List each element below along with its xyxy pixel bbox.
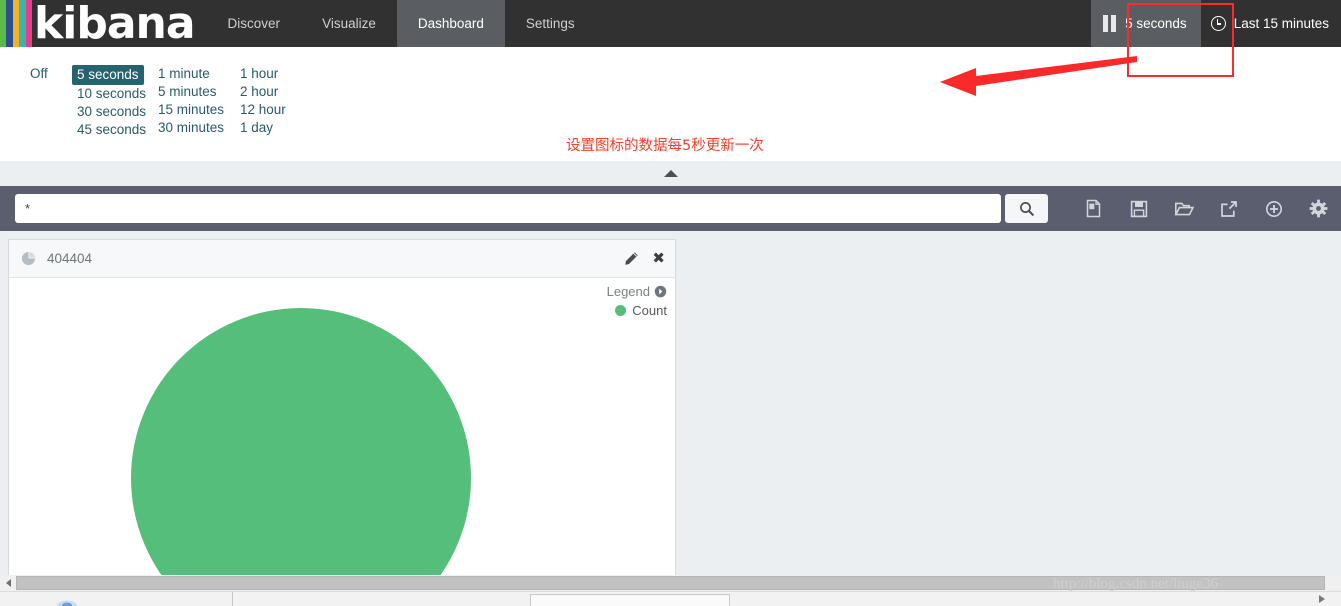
plus-circle-icon	[1265, 200, 1282, 217]
share-external-icon	[1220, 200, 1237, 217]
time-picker-collapse-button[interactable]	[0, 161, 1341, 186]
tab-settings[interactable]: Settings	[505, 0, 596, 47]
load-dashboard-button[interactable]	[1161, 192, 1206, 226]
new-document-icon	[1086, 199, 1101, 218]
time-range-label: Last 15 minutes	[1233, 16, 1329, 31]
time-picker-button[interactable]: Last 15 minutes	[1201, 0, 1341, 47]
pause-icon	[1103, 15, 1117, 32]
close-icon: ✖	[652, 249, 665, 267]
interval-option-30-minutes[interactable]: 30 minutes	[156, 119, 226, 137]
dashboard-panel: 404404 ✖ Legend Count	[8, 239, 676, 590]
horizontal-scrollbar[interactable]	[0, 575, 1341, 591]
save-dashboard-button[interactable]	[1116, 192, 1161, 226]
taskbar-input-box[interactable]	[530, 594, 730, 606]
interval-option-off[interactable]: Off	[28, 65, 50, 83]
triangle-left-icon	[5, 579, 11, 587]
interval-option-12-hour[interactable]: 12 hour	[238, 101, 288, 119]
refresh-interval-grid: Off 5 seconds 10 seconds 30 seconds 45 s…	[28, 65, 318, 139]
query-bar	[0, 186, 1341, 231]
pie-chart-icon	[21, 251, 36, 266]
search-input[interactable]	[15, 194, 1002, 223]
clock-icon	[1210, 16, 1226, 31]
interval-column-0: Off	[28, 65, 75, 139]
annotation-text: 设置图标的数据每5秒更新一次	[566, 138, 764, 154]
kibana-brand: kibana	[0, 0, 196, 49]
refresh-interval-label: 5 seconds	[1125, 16, 1187, 31]
interval-option-30-seconds[interactable]: 30 seconds	[75, 103, 148, 121]
interval-option-5-minutes[interactable]: 5 minutes	[156, 83, 219, 101]
gear-icon	[1309, 199, 1328, 218]
scroll-left-button[interactable]	[0, 575, 16, 591]
share-dashboard-button[interactable]	[1206, 192, 1251, 226]
panel-header: 404404 ✖	[9, 240, 675, 278]
pie-chart[interactable]	[9, 278, 675, 590]
scrollbar-thumb[interactable]	[16, 576, 1325, 590]
dashboard-grid: 404404 ✖ Legend Count	[0, 231, 1341, 590]
scrollbar-track[interactable]	[1325, 575, 1341, 591]
kibana-logo-icon	[0, 0, 32, 47]
top-navbar: kibana Discover Visualize Dashboard Sett…	[0, 0, 1341, 56]
search-button[interactable]	[1005, 194, 1048, 223]
dashboard-options-button[interactable]	[1296, 192, 1341, 226]
interval-column-3: 1 hour 2 hour 12 hour 1 day	[238, 65, 318, 139]
interval-option-1-minute[interactable]: 1 minute	[156, 65, 212, 83]
add-visualization-button[interactable]	[1251, 192, 1296, 226]
interval-column-1: 5 seconds 10 seconds 30 seconds 45 secon…	[72, 65, 156, 139]
open-folder-icon	[1173, 202, 1194, 215]
tab-discover[interactable]: Discover	[207, 0, 302, 47]
chevron-up-icon	[663, 170, 678, 177]
navbar-right: 5 seconds Last 15 minutes	[1091, 0, 1341, 56]
panel-actions: ✖	[624, 251, 665, 266]
panel-edit-button[interactable]	[624, 251, 639, 266]
taskbar-expand-icon[interactable]	[1317, 593, 1327, 605]
taskbar-separator	[232, 592, 233, 606]
panel-close-button[interactable]: ✖	[652, 251, 665, 266]
interval-option-10-seconds[interactable]: 10 seconds	[75, 85, 148, 103]
panel-title: 404404	[47, 251, 93, 266]
brand-name: kibana	[34, 0, 196, 49]
panel-body: Legend Count	[9, 278, 675, 590]
save-floppy-icon	[1130, 200, 1147, 217]
interval-option-2-hour[interactable]: 2 hour	[238, 83, 280, 101]
interval-column-2: 1 minute 5 minutes 15 minutes 30 minutes	[156, 65, 238, 139]
taskbar-item-icon[interactable]	[56, 595, 92, 606]
search-icon	[1019, 201, 1034, 216]
interval-option-1-hour[interactable]: 1 hour	[238, 65, 280, 83]
os-taskbar	[0, 591, 1341, 606]
refresh-interval-panel: Off 5 seconds 10 seconds 30 seconds 45 s…	[0, 47, 1341, 161]
dashboard-toolbar	[1071, 192, 1341, 226]
tab-dashboard[interactable]: Dashboard	[396, 0, 505, 56]
refresh-interval-button[interactable]: 5 seconds	[1091, 0, 1201, 56]
pie-slice-count[interactable]	[131, 308, 471, 590]
interval-option-5-seconds[interactable]: 5 seconds	[72, 65, 144, 85]
pencil-icon	[625, 252, 639, 265]
interval-option-1-day[interactable]: 1 day	[238, 119, 275, 137]
nav-tabs: Discover Visualize Dashboard Settings	[207, 0, 596, 56]
interval-option-45-seconds[interactable]: 45 seconds	[75, 121, 148, 139]
tab-visualize[interactable]: Visualize	[301, 0, 397, 47]
interval-option-15-minutes[interactable]: 15 minutes	[156, 101, 226, 119]
new-dashboard-button[interactable]	[1071, 192, 1116, 226]
kibana-dashboard-screen: kibana Discover Visualize Dashboard Sett…	[0, 0, 1341, 606]
